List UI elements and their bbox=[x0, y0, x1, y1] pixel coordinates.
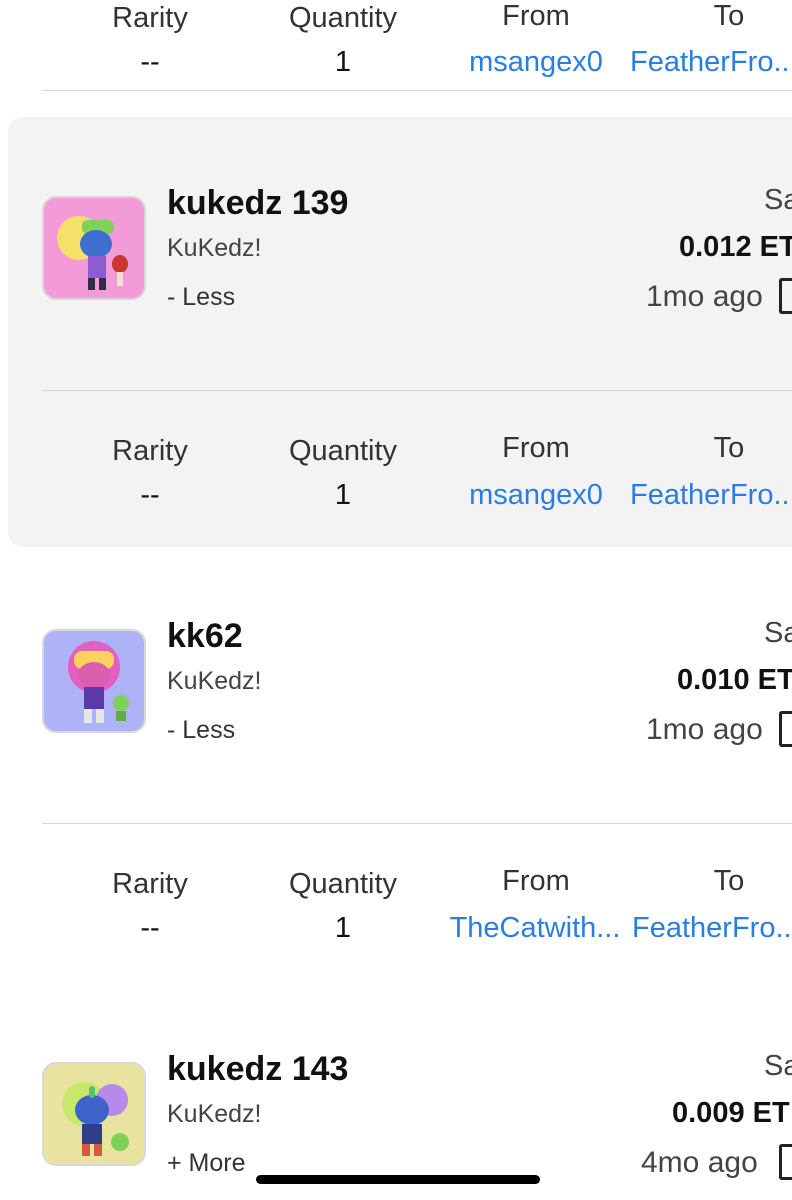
rarity-value: -- bbox=[140, 912, 160, 944]
item-title[interactable]: kukedz 143 bbox=[167, 1050, 348, 1089]
to-link[interactable]: FeatherFro... bbox=[630, 479, 792, 512]
more-toggle[interactable]: + More bbox=[167, 1149, 246, 1178]
from-header: From bbox=[502, 865, 570, 897]
quantity-value: 1 bbox=[334, 46, 352, 78]
to-link[interactable]: FeatherFro... bbox=[632, 912, 792, 945]
from-header: From bbox=[502, 432, 570, 464]
quantity-header: Quantity bbox=[289, 435, 397, 467]
item-title[interactable]: kk62 bbox=[167, 617, 243, 656]
from-link[interactable]: TheCatwith... bbox=[440, 912, 630, 945]
to-header: To bbox=[713, 0, 745, 32]
nft-thumbnail[interactable] bbox=[42, 196, 146, 300]
kukedz-character-icon bbox=[44, 198, 144, 298]
external-link-icon[interactable] bbox=[779, 278, 792, 314]
price: 0.009 ET bbox=[672, 1097, 790, 1129]
less-toggle[interactable]: - Less bbox=[167, 283, 235, 312]
to-header: To bbox=[713, 432, 745, 464]
rarity-header: Rarity bbox=[112, 435, 188, 467]
from-link[interactable]: msangex0 bbox=[456, 479, 616, 512]
kukedz-character-icon bbox=[44, 1064, 144, 1164]
rarity-header: Rarity bbox=[112, 2, 188, 34]
timestamp-link[interactable]: 4mo ago bbox=[641, 1146, 758, 1180]
rarity-header: Rarity bbox=[112, 868, 188, 900]
nft-thumbnail[interactable] bbox=[42, 629, 146, 733]
quantity-value: 1 bbox=[334, 479, 352, 511]
rarity-value: -- bbox=[140, 479, 160, 511]
from-header: From bbox=[502, 0, 570, 32]
external-link-icon[interactable] bbox=[779, 711, 792, 747]
event-type: Sa bbox=[764, 617, 792, 649]
divider bbox=[42, 90, 792, 91]
divider bbox=[42, 823, 792, 824]
event-type: Sa bbox=[764, 184, 792, 216]
rarity-value: -- bbox=[140, 46, 160, 78]
from-link[interactable]: msangex0 bbox=[456, 46, 616, 79]
kukedz-character-icon bbox=[44, 631, 144, 731]
price: 0.012 ET bbox=[679, 231, 792, 263]
nft-thumbnail[interactable] bbox=[42, 1062, 146, 1166]
price: 0.010 ET bbox=[677, 664, 792, 696]
quantity-header: Quantity bbox=[289, 868, 397, 900]
home-indicator[interactable] bbox=[256, 1175, 540, 1184]
item-title[interactable]: kukedz 139 bbox=[167, 184, 348, 223]
collection-name[interactable]: KuKedz! bbox=[167, 1100, 262, 1129]
collection-name[interactable]: KuKedz! bbox=[167, 667, 262, 696]
external-link-icon[interactable] bbox=[779, 1144, 792, 1180]
event-type: Sa bbox=[764, 1050, 792, 1082]
quantity-header: Quantity bbox=[289, 2, 397, 34]
divider bbox=[42, 390, 792, 391]
to-link[interactable]: FeatherFro... bbox=[630, 46, 792, 79]
quantity-value: 1 bbox=[334, 912, 352, 944]
timestamp-link[interactable]: 1mo ago bbox=[646, 280, 763, 314]
collection-name[interactable]: KuKedz! bbox=[167, 234, 262, 263]
less-toggle[interactable]: - Less bbox=[167, 716, 235, 745]
timestamp-link[interactable]: 1mo ago bbox=[646, 713, 763, 747]
to-header: To bbox=[713, 865, 745, 897]
